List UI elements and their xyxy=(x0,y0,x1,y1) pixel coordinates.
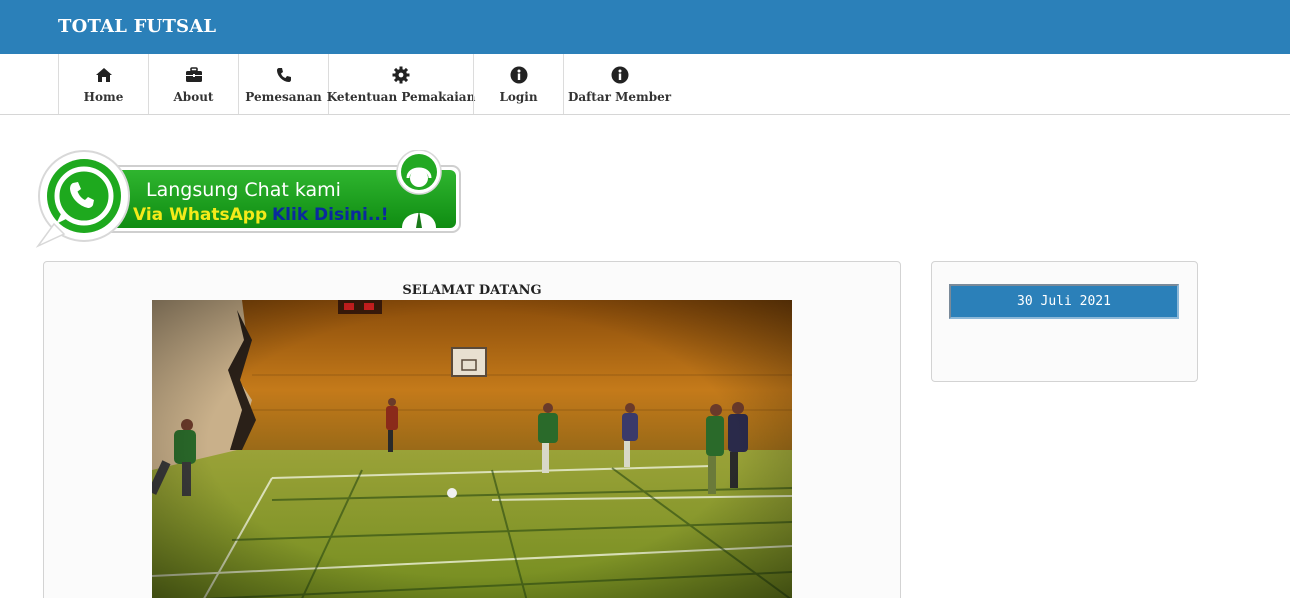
banner-line2b: Klik Disini..! xyxy=(272,205,389,225)
whatsapp-chat-banner[interactable]: Langsung Chat kami Via WhatsApp Klik Dis… xyxy=(34,149,464,248)
nav-label-home: Home xyxy=(83,90,124,104)
home-icon xyxy=(95,68,112,82)
top-bar: TOTAL FUTSAL xyxy=(0,0,1290,54)
info-icon xyxy=(611,66,628,84)
gear-icon xyxy=(392,66,410,84)
banner-line1: Langsung Chat kami xyxy=(146,179,341,201)
nav-list: Home About Pemesanan Ketentuan Pemakaian… xyxy=(58,54,675,114)
welcome-panel: SELAMAT DATANG xyxy=(43,261,901,598)
welcome-heading: SELAMAT DATANG xyxy=(402,283,542,298)
nav-item-pemesanan[interactable]: Pemesanan xyxy=(238,54,328,114)
brand-title[interactable]: TOTAL FUTSAL xyxy=(58,16,216,37)
banner-line2a: Via WhatsApp xyxy=(133,205,267,225)
nav-label-daftar-member: Daftar Member xyxy=(567,90,672,104)
futsal-match-photo xyxy=(152,300,792,598)
info-icon xyxy=(510,66,527,84)
date-display: 30 Juli 2021 xyxy=(949,284,1179,319)
nav-label-ketentuan: Ketentuan Pemakaian xyxy=(326,90,476,104)
nav-item-about[interactable]: About xyxy=(148,54,238,114)
phone-icon xyxy=(276,68,291,82)
nav-label-pemesanan: Pemesanan xyxy=(245,90,322,104)
nav-label-login: Login xyxy=(499,90,538,104)
nav-item-daftar-member[interactable]: Daftar Member xyxy=(563,54,675,114)
nav-bar: Home About Pemesanan Ketentuan Pemakaian… xyxy=(0,54,1290,115)
nav-item-ketentuan[interactable]: Ketentuan Pemakaian xyxy=(326,54,476,114)
nav-item-login[interactable]: Login xyxy=(473,54,563,114)
date-panel: 30 Juli 2021 xyxy=(931,261,1198,382)
nav-item-home[interactable]: Home xyxy=(58,54,148,114)
nav-label-about: About xyxy=(173,90,214,104)
briefcase-icon xyxy=(185,67,202,82)
